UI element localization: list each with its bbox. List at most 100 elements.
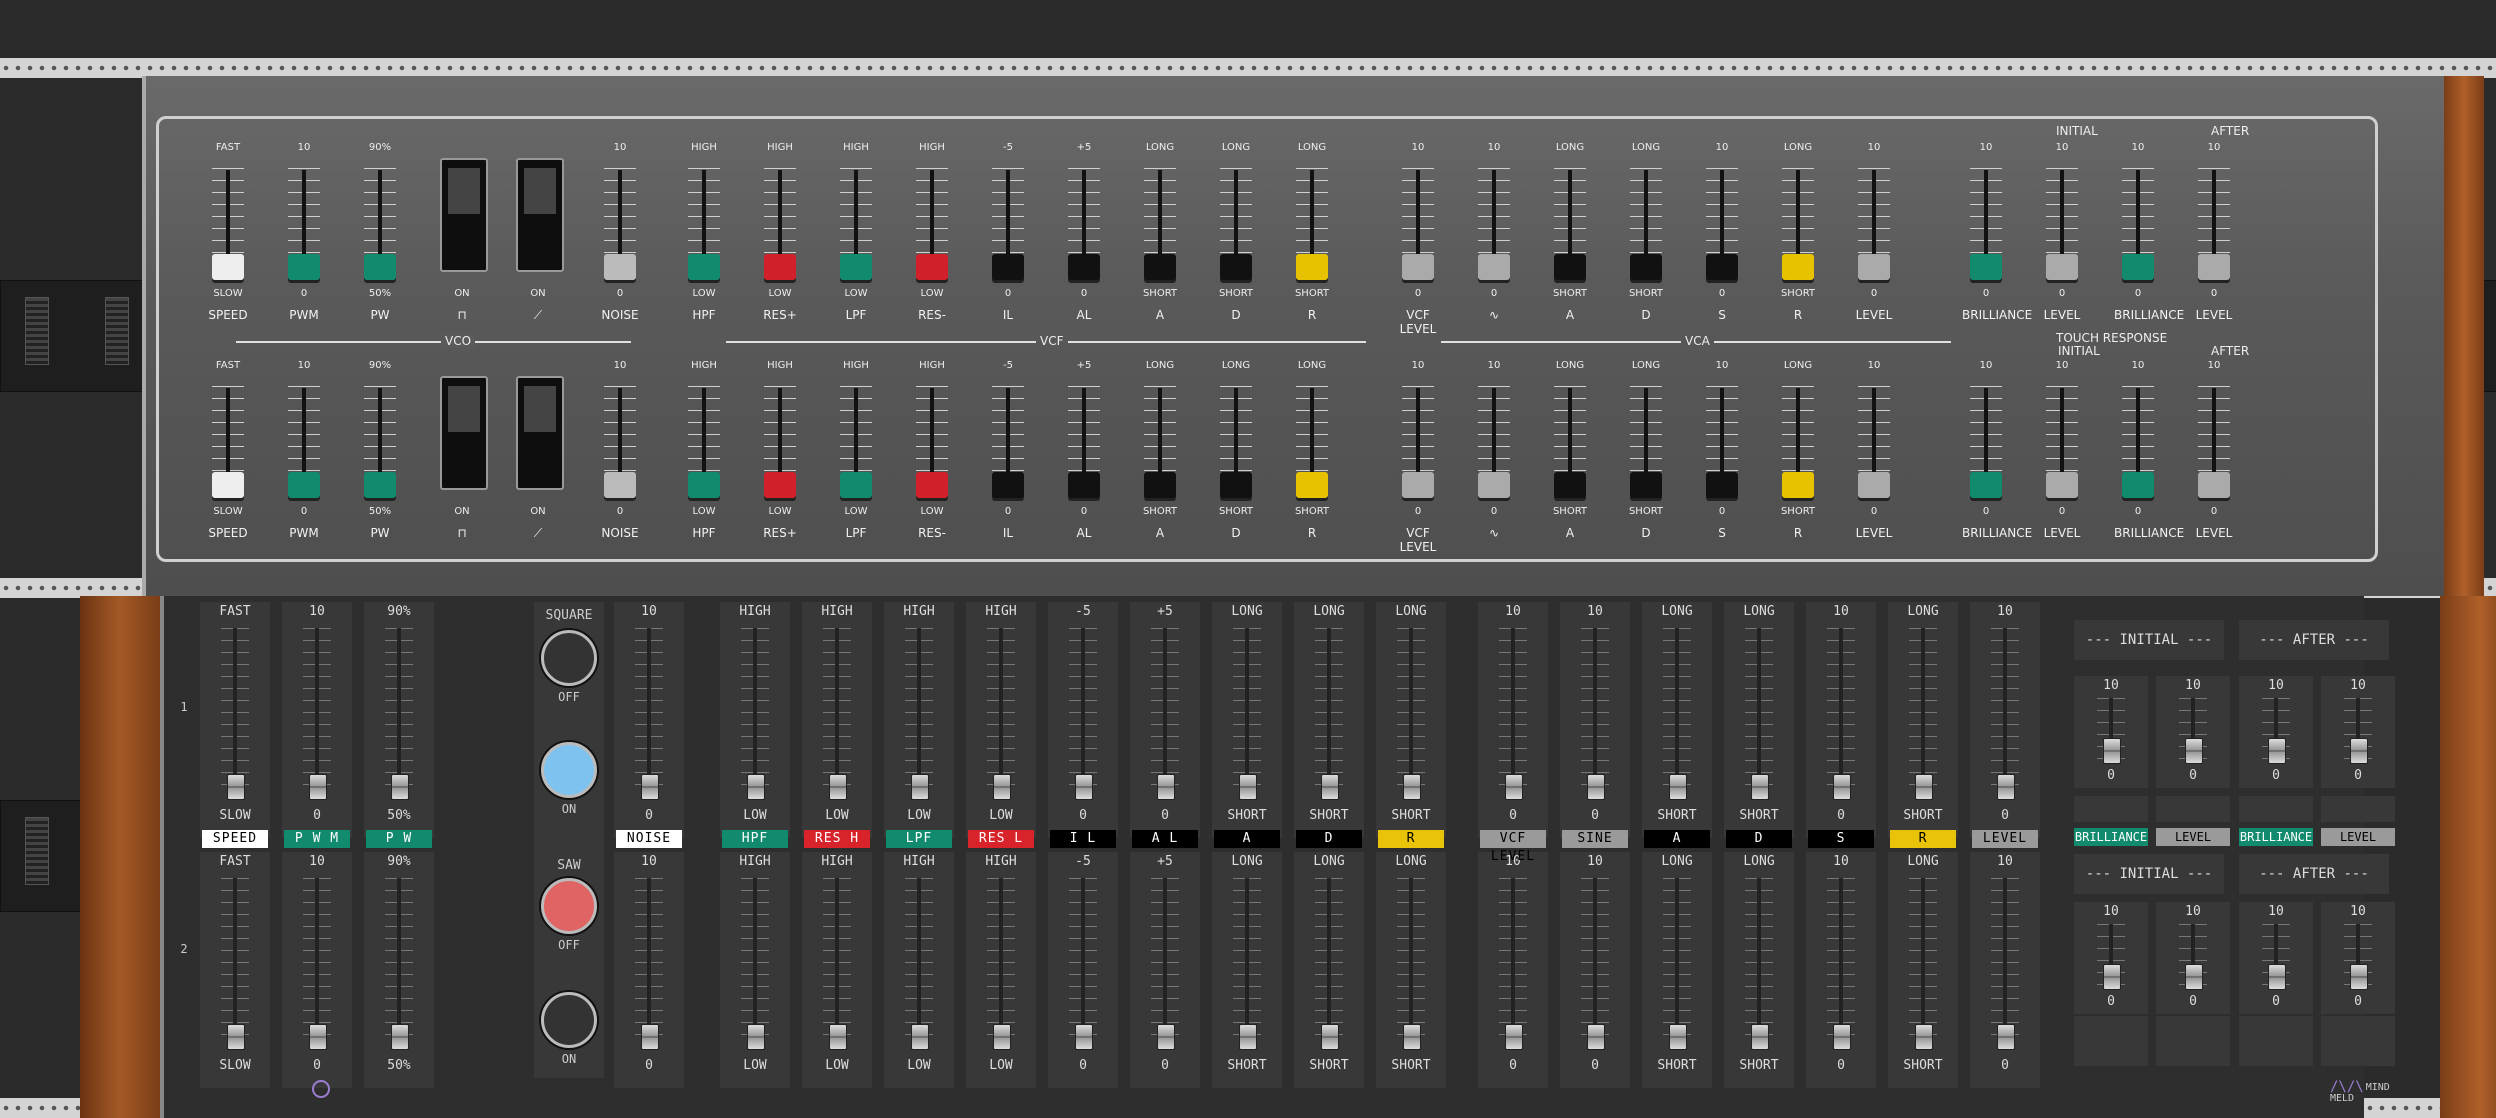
fader-row2[interactable]: LONG SHORT bbox=[1212, 852, 1282, 1088]
fader-row1[interactable]: LONG SHORT bbox=[1642, 602, 1712, 838]
fader-row1[interactable]: 10 0 bbox=[1560, 602, 1630, 838]
fader-row2[interactable]: 100 bbox=[1560, 852, 1630, 1088]
fader-knob[interactable] bbox=[309, 774, 327, 800]
fader-row1[interactable]: 90% 50% bbox=[364, 602, 434, 838]
touch-fader-knob[interactable] bbox=[2268, 964, 2286, 990]
fader-knob[interactable] bbox=[1833, 774, 1851, 800]
fader-knob[interactable] bbox=[993, 1024, 1011, 1050]
fader-knob[interactable] bbox=[1915, 774, 1933, 800]
fader-knob[interactable] bbox=[1997, 774, 2015, 800]
fader-knob[interactable] bbox=[911, 1024, 929, 1050]
fader-row1[interactable]: LONG SHORT bbox=[1724, 602, 1794, 838]
fader-knob[interactable] bbox=[1505, 1024, 1523, 1050]
touch-fader-knob[interactable] bbox=[2350, 738, 2368, 764]
touch-fader[interactable]: 10 0 bbox=[2074, 676, 2148, 788]
touch-fader[interactable]: 10 0 bbox=[2239, 676, 2313, 788]
fader-knob[interactable] bbox=[1587, 1024, 1605, 1050]
fader-knob[interactable] bbox=[309, 1024, 327, 1050]
fader-knob[interactable] bbox=[747, 1024, 765, 1050]
fader-knob[interactable] bbox=[1239, 1024, 1257, 1050]
fader-knob[interactable] bbox=[993, 774, 1011, 800]
touch-fader-knob[interactable] bbox=[2268, 738, 2286, 764]
fader-row1[interactable]: 10 0 bbox=[1478, 602, 1548, 838]
fader-knob[interactable] bbox=[391, 1024, 409, 1050]
fader-knob[interactable] bbox=[641, 1024, 659, 1050]
fader-knob[interactable] bbox=[1833, 1024, 1851, 1050]
fader-knob[interactable] bbox=[1751, 1024, 1769, 1050]
fader-row2[interactable]: LONG SHORT bbox=[1642, 852, 1712, 1088]
fader-row2[interactable]: HIGH LOW bbox=[884, 852, 954, 1088]
fader-knob[interactable] bbox=[1075, 1024, 1093, 1050]
fader-row2[interactable]: 100 bbox=[282, 852, 352, 1088]
fader-knob[interactable] bbox=[227, 1024, 245, 1050]
fader-knob[interactable] bbox=[1321, 774, 1339, 800]
touch-fader[interactable]: 10 0 bbox=[2156, 676, 2230, 788]
fader-knob[interactable] bbox=[1751, 774, 1769, 800]
fader-row2[interactable]: LONG SHORT bbox=[1888, 852, 1958, 1088]
fader-knob[interactable] bbox=[641, 774, 659, 800]
fader-row1[interactable]: 10 0 bbox=[1970, 602, 2040, 838]
settings-icon[interactable] bbox=[312, 1080, 330, 1098]
fader-knob[interactable] bbox=[1239, 774, 1257, 800]
square-on-button[interactable] bbox=[541, 742, 597, 798]
touch-fader-knob[interactable] bbox=[2185, 738, 2203, 764]
fader-knob[interactable] bbox=[747, 774, 765, 800]
fader-row1[interactable]: FAST SLOW bbox=[200, 602, 270, 838]
fader-knob[interactable] bbox=[1403, 1024, 1421, 1050]
fader-row2[interactable]: HIGH LOW bbox=[966, 852, 1036, 1088]
fader-row1[interactable]: LONG SHORT bbox=[1294, 602, 1364, 838]
touch-fader-knob[interactable] bbox=[2350, 964, 2368, 990]
fader-row1[interactable]: HIGH LOW bbox=[966, 602, 1036, 838]
fader-row2[interactable]: 100 bbox=[1806, 852, 1876, 1088]
fader-knob[interactable] bbox=[391, 774, 409, 800]
touch-fader[interactable]: 10 0 bbox=[2074, 902, 2148, 1014]
fader-row1[interactable]: HIGH LOW bbox=[884, 602, 954, 838]
fader-row1[interactable]: -5 0 bbox=[1048, 602, 1118, 838]
fader-knob[interactable] bbox=[1075, 774, 1093, 800]
touch-fader-knob[interactable] bbox=[2103, 738, 2121, 764]
fader-row2[interactable]: 90% 50% bbox=[364, 852, 434, 1088]
fader-row2[interactable]: HIGH LOW bbox=[802, 852, 872, 1088]
fader-row1[interactable]: +5 0 bbox=[1130, 602, 1200, 838]
square-off-button[interactable] bbox=[541, 630, 597, 686]
fader-knob[interactable] bbox=[829, 774, 847, 800]
touch-fader-knob[interactable] bbox=[2185, 964, 2203, 990]
fader-knob[interactable] bbox=[1997, 1024, 2015, 1050]
fader-row2[interactable]: LONG SHORT bbox=[1376, 852, 1446, 1088]
fader-row1[interactable]: 10 0 bbox=[282, 602, 352, 838]
fader-row1[interactable]: HIGH LOW bbox=[802, 602, 872, 838]
fader-row1[interactable]: HIGH LOW bbox=[720, 602, 790, 838]
fader-row1[interactable]: 10 0 bbox=[1806, 602, 1876, 838]
fader-knob[interactable] bbox=[1157, 774, 1175, 800]
touch-fader[interactable]: 10 0 bbox=[2321, 902, 2395, 1014]
fader-row1[interactable]: 10 0 bbox=[614, 602, 684, 838]
fader-knob[interactable] bbox=[227, 774, 245, 800]
touch-fader[interactable]: 10 0 bbox=[2156, 902, 2230, 1014]
fader-row2[interactable]: 100 bbox=[1970, 852, 2040, 1088]
fader-row2[interactable]: 100 bbox=[1478, 852, 1548, 1088]
touch-fader[interactable]: 10 0 bbox=[2321, 676, 2395, 788]
fader-row2[interactable]: +5 0 bbox=[1130, 852, 1200, 1088]
fader-row2[interactable]: HIGH LOW bbox=[720, 852, 790, 1088]
fader-knob[interactable] bbox=[1669, 774, 1687, 800]
fader-row2[interactable]: -5 0 bbox=[1048, 852, 1118, 1088]
fader-row2[interactable]: FAST SLOW bbox=[200, 852, 270, 1088]
saw-on-button[interactable] bbox=[541, 992, 597, 1048]
fader-knob[interactable] bbox=[1669, 1024, 1687, 1050]
fader-knob[interactable] bbox=[1403, 774, 1421, 800]
fader-knob[interactable] bbox=[829, 1024, 847, 1050]
fader-row1[interactable]: LONG SHORT bbox=[1212, 602, 1282, 838]
saw-off-button[interactable] bbox=[541, 878, 597, 934]
touch-fader-knob[interactable] bbox=[2103, 964, 2121, 990]
fader-row1[interactable]: LONG SHORT bbox=[1376, 602, 1446, 838]
fader-knob[interactable] bbox=[911, 774, 929, 800]
fader-knob[interactable] bbox=[1587, 774, 1605, 800]
fader-knob[interactable] bbox=[1915, 1024, 1933, 1050]
fader-row2[interactable]: LONG SHORT bbox=[1724, 852, 1794, 1088]
fader-row1[interactable]: LONG SHORT bbox=[1888, 602, 1958, 838]
touch-fader[interactable]: 10 0 bbox=[2239, 902, 2313, 1014]
fader-row2[interactable]: LONG SHORT bbox=[1294, 852, 1364, 1088]
fader-knob[interactable] bbox=[1321, 1024, 1339, 1050]
fader-knob[interactable] bbox=[1157, 1024, 1175, 1050]
fader-knob[interactable] bbox=[1505, 774, 1523, 800]
